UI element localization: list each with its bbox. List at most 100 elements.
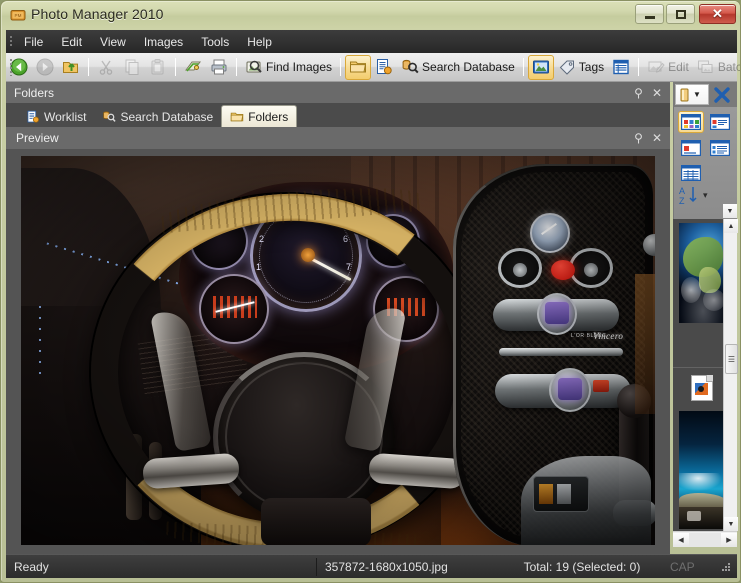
menu-edit[interactable]: Edit bbox=[52, 32, 91, 52]
paste-icon bbox=[151, 59, 164, 75]
toolbar-separator bbox=[522, 58, 524, 76]
toolbar-separator bbox=[175, 58, 176, 76]
preview-panel[interactable]: 4 3 2 1 5 6 7 bbox=[6, 149, 670, 554]
dock-tab-strip: Worklist Search Database Folders bbox=[6, 103, 670, 127]
window-title: Photo Manager 2010 bbox=[31, 6, 164, 22]
folder-icon bbox=[350, 61, 367, 73]
thumbnail-hscrollbar[interactable]: ◀ ▶ bbox=[673, 531, 737, 547]
svg-text:A: A bbox=[679, 186, 685, 196]
find-images-label: Find Images bbox=[266, 60, 333, 74]
tab-folders-label: Folders bbox=[248, 109, 289, 124]
resize-grip[interactable] bbox=[720, 561, 732, 573]
preview-image[interactable]: 4 3 2 1 5 6 7 bbox=[21, 156, 655, 545]
thumbnail-blue-aerial[interactable] bbox=[679, 411, 727, 529]
scroll-right-arrow[interactable]: ▶ bbox=[721, 532, 737, 547]
application-window: PM Photo Manager 2010 ✕ File Edit View I… bbox=[0, 0, 741, 583]
print-button[interactable] bbox=[206, 55, 232, 80]
preview-toggle-button[interactable] bbox=[527, 54, 554, 80]
thumbnails-view-icon bbox=[681, 114, 701, 130]
forward-arrow-icon bbox=[36, 58, 54, 76]
view-mode-panel: A Z ▾ bbox=[673, 107, 737, 219]
tags-icon bbox=[559, 60, 574, 75]
thumbnail-broken-image[interactable] bbox=[691, 375, 713, 401]
list-view-button[interactable] bbox=[707, 137, 733, 159]
edit-button[interactable]: Edit bbox=[643, 55, 693, 80]
folder-icon bbox=[230, 112, 244, 121]
batch-button[interactable]: Batch ▾ bbox=[693, 55, 740, 80]
toolbar-separator bbox=[638, 58, 640, 76]
scrollbar-thumb[interactable]: ☰ bbox=[725, 344, 738, 374]
back-arrow-icon bbox=[10, 58, 28, 76]
folder-dropdown-icon bbox=[680, 88, 689, 101]
tab-search-database-label: Search Database bbox=[120, 109, 214, 124]
chevron-down-icon: ▼ bbox=[693, 90, 701, 99]
cut-button[interactable] bbox=[93, 55, 119, 80]
forward-button[interactable] bbox=[32, 55, 58, 80]
paste-button[interactable] bbox=[145, 55, 171, 80]
details-list-button[interactable] bbox=[608, 55, 634, 80]
thumbnail-earth-globe[interactable] bbox=[679, 223, 727, 323]
folder-dropdown-button[interactable]: ▼ bbox=[675, 84, 709, 105]
menu-tools[interactable]: Tools bbox=[192, 32, 238, 52]
worklist-button[interactable] bbox=[371, 55, 397, 80]
open-with-button[interactable] bbox=[180, 55, 206, 80]
search-database-button[interactable]: Search Database bbox=[397, 55, 519, 80]
status-totals: Total: 19 (Selected: 0) bbox=[523, 559, 641, 574]
close-icon: ✕ bbox=[712, 6, 723, 21]
list-view-icon bbox=[710, 140, 730, 156]
batch-label: Batch bbox=[717, 60, 740, 74]
icons-view-icon bbox=[681, 140, 701, 156]
menu-bar: File Edit View Images Tools Help bbox=[6, 30, 737, 53]
sort-az-icon: A Z bbox=[679, 186, 697, 206]
icons-view-button[interactable] bbox=[678, 137, 704, 159]
close-icon[interactable]: ✕ bbox=[652, 132, 662, 144]
pin-icon[interactable]: ⚲ bbox=[634, 87, 643, 99]
minimize-button[interactable] bbox=[635, 4, 664, 24]
tiles-view-button[interactable] bbox=[707, 111, 733, 133]
pin-icon[interactable]: ⚲ bbox=[634, 132, 643, 144]
scroll-down-arrow[interactable]: ▼ bbox=[724, 517, 738, 531]
menu-view[interactable]: View bbox=[91, 32, 135, 52]
find-images-button[interactable]: Find Images bbox=[241, 55, 336, 80]
folders-dock-title: Folders bbox=[14, 85, 55, 100]
scroll-left-arrow[interactable]: ◀ bbox=[673, 532, 689, 547]
folders-button[interactable] bbox=[345, 54, 372, 80]
tags-button[interactable]: Tags bbox=[554, 55, 608, 80]
menu-images[interactable]: Images bbox=[135, 32, 192, 52]
menu-file[interactable]: File bbox=[15, 32, 52, 52]
hscrollbar-track[interactable] bbox=[689, 532, 721, 547]
preview-dock-title: Preview bbox=[16, 131, 59, 145]
tab-folders[interactable]: Folders bbox=[221, 105, 298, 127]
svg-text:PM: PM bbox=[15, 13, 22, 18]
svg-text:Z: Z bbox=[679, 196, 685, 206]
toolbar-separator bbox=[236, 58, 237, 76]
panel-dropdown-arrow[interactable]: ▼ bbox=[723, 204, 737, 218]
thumbnails-view-button[interactable] bbox=[678, 111, 704, 133]
edit-icon bbox=[648, 61, 665, 73]
tab-worklist[interactable]: Worklist bbox=[18, 106, 94, 127]
tab-search-database[interactable]: Search Database bbox=[94, 106, 221, 127]
thumbnail-scrollbar[interactable]: ▲ ☰ ▼ bbox=[723, 219, 738, 531]
status-filename: 357872-1680x1050.jpg bbox=[325, 559, 448, 574]
up-folder-icon bbox=[63, 62, 78, 73]
close-button[interactable]: ✕ bbox=[699, 4, 736, 24]
details-view-button[interactable] bbox=[678, 162, 704, 184]
search-database-label: Search Database bbox=[422, 60, 515, 74]
copy-button[interactable] bbox=[119, 55, 145, 80]
tiles-view-icon bbox=[710, 114, 730, 130]
status-bar: Ready 357872-1680x1050.jpg Total: 19 (Se… bbox=[6, 554, 737, 578]
maximize-button[interactable] bbox=[666, 4, 695, 24]
preview-dock-header: Preview ⚲ ✕ bbox=[6, 127, 670, 149]
search-database-icon bbox=[402, 59, 419, 74]
main-toolbar: Find Images Search Database Tags Edit Ba… bbox=[6, 53, 740, 82]
status-caps-indicator: CAP bbox=[670, 559, 695, 574]
scroll-up-arrow[interactable]: ▲ bbox=[724, 219, 738, 233]
sort-button[interactable]: A Z ▾ bbox=[678, 184, 708, 206]
menu-help[interactable]: Help bbox=[238, 32, 281, 52]
tags-label: Tags bbox=[578, 60, 605, 74]
close-icon[interactable]: ✕ bbox=[652, 87, 662, 99]
menubar-grip[interactable] bbox=[6, 30, 15, 53]
up-folder-button[interactable] bbox=[58, 55, 84, 80]
close-x-icon[interactable] bbox=[712, 85, 732, 105]
batch-icon bbox=[697, 60, 713, 73]
